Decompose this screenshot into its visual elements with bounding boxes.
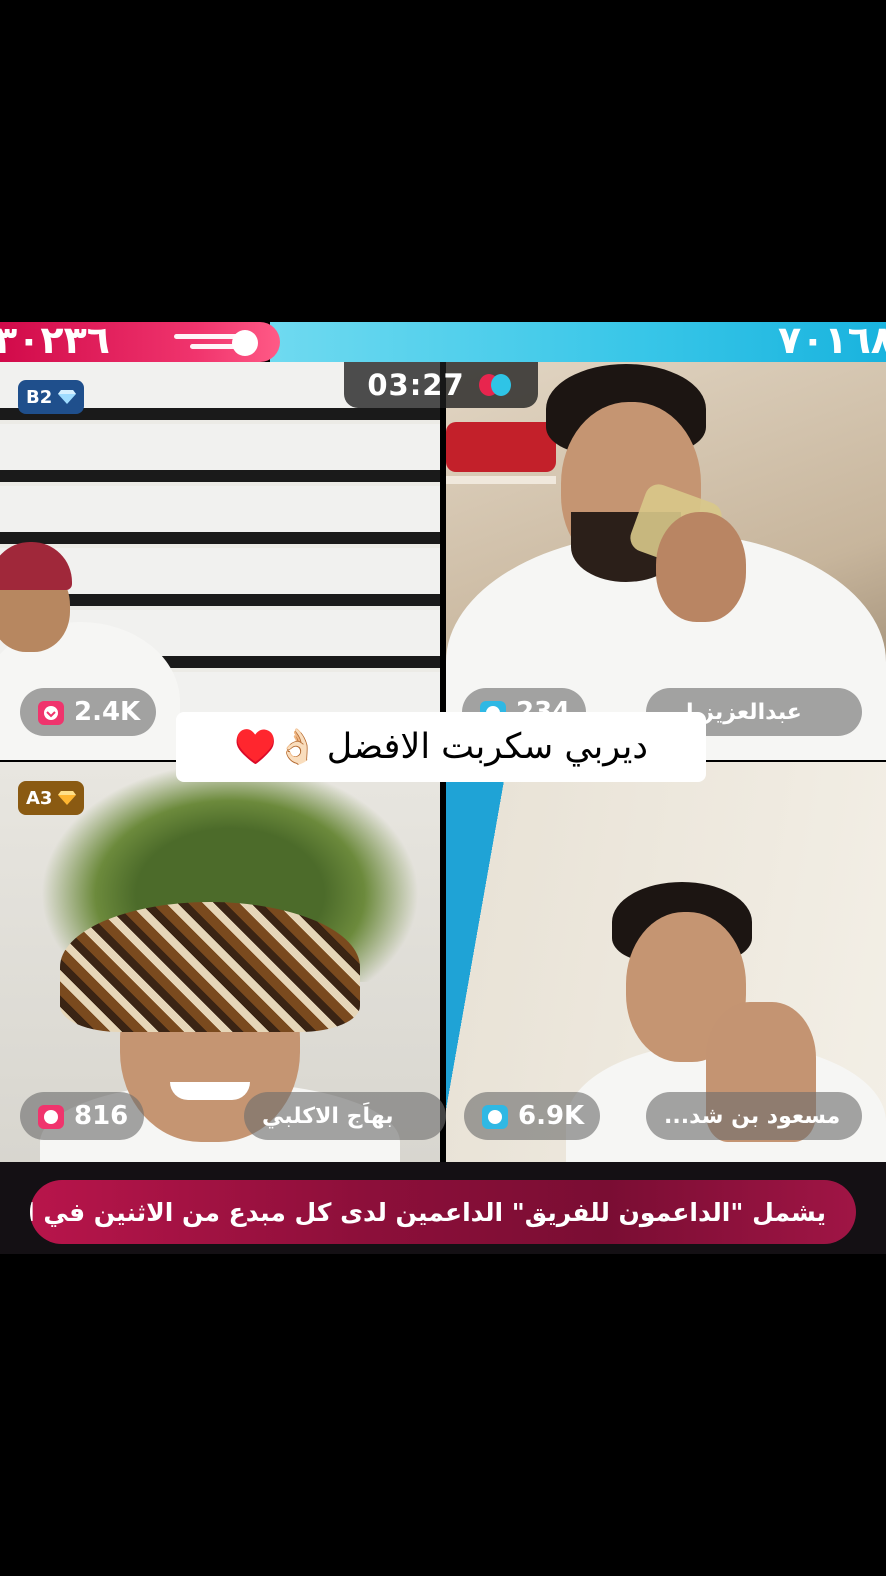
diamond-icon <box>58 791 77 805</box>
info-banner[interactable]: يشمل "الداعمون للفريق" الداعمين لدى كل م… <box>30 1180 856 1244</box>
participant-name-bottom-right[interactable]: مسعود بن شد... <box>646 1092 862 1140</box>
boxing-gloves-icon <box>478 374 511 396</box>
hand <box>656 512 746 622</box>
shelf <box>446 476 556 484</box>
battle-timer: 03:27 <box>344 362 538 408</box>
alarm-clock-icon <box>38 701 64 725</box>
rank-label: A3 <box>26 787 53 809</box>
score-divider-icon <box>232 330 258 356</box>
rank-badge-top-left: B2 <box>18 380 85 414</box>
timer-text: 03:27 <box>367 368 465 402</box>
rank-label: B2 <box>26 386 53 408</box>
smile <box>170 1082 250 1100</box>
cap <box>0 542 72 590</box>
name-label: مسعود بن شد... <box>664 1103 841 1129</box>
score-bar: ٣٠٢٣٦ ٧٠١٦٨ <box>0 322 886 362</box>
support-count-bottom-right: 6.9K <box>464 1092 601 1140</box>
support-count-top-left: 2.4K <box>20 688 157 736</box>
alarm-clock-icon <box>38 1105 64 1129</box>
banner-text: يشمل "الداعمون للفريق" الداعمين لدى كل م… <box>30 1197 826 1227</box>
count-label: 816 <box>74 1101 129 1131</box>
rank-badge-bottom-left: A3 <box>18 781 85 815</box>
red-team-score: ٣٠٢٣٦ <box>0 322 110 362</box>
video-caption: ديربي سكربت الافضل 👌🏻♥️ <box>176 712 706 782</box>
alarm-clock-icon <box>482 1105 508 1129</box>
diamond-icon <box>58 390 77 404</box>
caption-text: ديربي سكربت الافضل <box>326 727 648 767</box>
participant-name-bottom-left[interactable]: بهاَج الاكلبي <box>244 1092 446 1140</box>
blue-team-score: ٧٠١٦٨ <box>778 322 886 362</box>
support-count-bottom-left: 816 <box>20 1092 145 1140</box>
count-label: 2.4K <box>74 697 141 727</box>
red-teapots <box>446 422 556 472</box>
caption-emoji: 👌🏻♥️ <box>234 727 319 767</box>
shemagh-headscarf <box>60 902 360 1032</box>
count-label: 6.9K <box>518 1101 585 1131</box>
name-label: بهاَج الاكلبي <box>262 1103 394 1129</box>
